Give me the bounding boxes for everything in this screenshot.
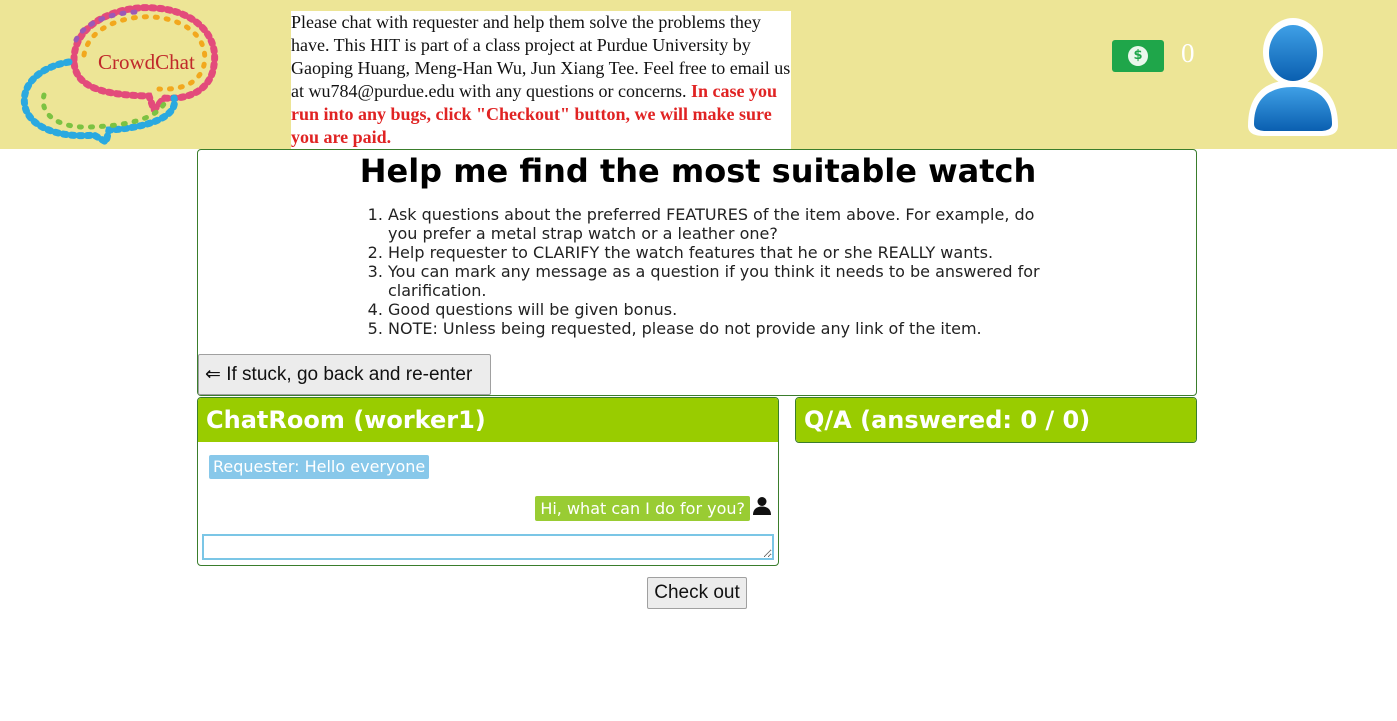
chatroom-panel: ChatRoom (worker1) Requester: Hello ever… [197,397,779,566]
header-bar: CrowdChat Please chat with requester and… [0,0,1397,149]
balance-value: 0 [1181,38,1195,68]
instruction-item: Good questions will be given bonus. [388,300,1060,319]
qa-panel: Q/A (answered: 0 / 0) [795,397,1197,443]
chatroom-title: ChatRoom (worker1) [198,398,778,442]
crowdchat-logo: CrowdChat [14,0,224,148]
qa-title: Q/A (answered: 0 / 0) [796,398,1196,442]
instruction-item: Help requester to CLARIFY the watch feat… [388,243,1060,262]
money-badge: $ [1112,40,1164,72]
instruction-item: You can mark any message as a question i… [388,262,1060,300]
user-avatar-icon[interactable] [1242,14,1344,136]
task-title: Help me find the most suitable watch [359,152,1037,190]
checkout-button[interactable]: Check out [647,577,747,609]
chat-message-incoming[interactable]: Requester: Hello everyone [209,455,430,479]
dollar-icon: $ [1128,46,1148,66]
logo-text: CrowdChat [98,50,195,74]
go-back-button[interactable]: ⇐ If stuck, go back and re-enter [198,354,491,395]
task-panel: Help me find the most suitable watch Ask… [197,149,1197,396]
chat-message-outgoing[interactable]: Hi, what can I do for you? [535,496,750,521]
instruction-item: Ask questions about the preferred FEATUR… [388,205,1060,243]
chat-message-input[interactable] [202,534,774,560]
intro-notice: Please chat with requester and help them… [291,11,791,149]
person-icon [753,497,771,515]
instruction-item: NOTE: Unless being requested, please do … [388,319,1060,338]
instruction-list: Ask questions about the preferred FEATUR… [360,205,1060,338]
